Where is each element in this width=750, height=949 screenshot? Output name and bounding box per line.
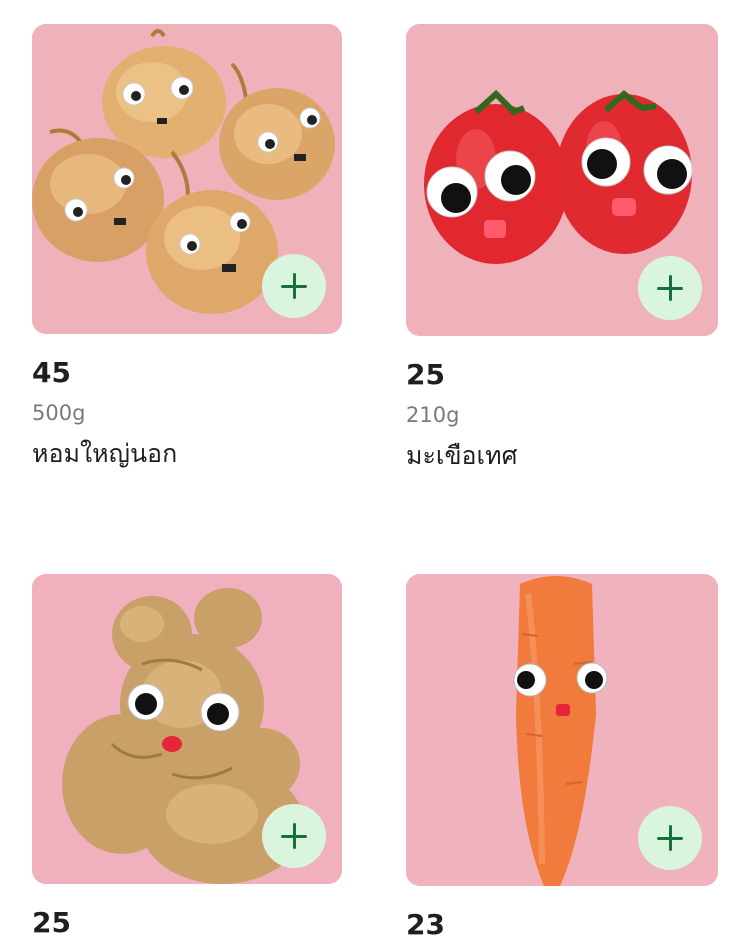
product-weight: 210g (406, 403, 460, 427)
add-to-cart-button[interactable] (638, 256, 702, 320)
plus-icon (657, 825, 683, 851)
product-name: มะเขือเทศ (406, 441, 518, 470)
plus-icon (281, 823, 307, 849)
product-name: หอมใหญ่นอก (32, 439, 178, 468)
product-card[interactable]: 23 (406, 574, 718, 942)
add-to-cart-button[interactable] (262, 254, 326, 318)
product-image[interactable] (406, 574, 718, 886)
product-image[interactable] (32, 574, 342, 884)
product-card[interactable]: 45 500g หอมใหญ่นอก (32, 24, 344, 470)
add-to-cart-button[interactable] (262, 804, 326, 868)
product-image[interactable] (32, 24, 342, 334)
product-weight: 500g (32, 401, 86, 425)
product-image[interactable] (406, 24, 718, 336)
product-card[interactable]: 25 (32, 574, 344, 940)
plus-icon (281, 273, 307, 299)
product-price: 45 (32, 356, 71, 389)
product-grid: 45 500g หอมใหญ่นอก 25 210g มะเขือเทศ 25 … (0, 0, 750, 949)
add-to-cart-button[interactable] (638, 806, 702, 870)
plus-icon (657, 275, 683, 301)
product-card[interactable]: 25 210g มะเขือเทศ (406, 24, 718, 472)
product-price: 25 (32, 906, 71, 939)
product-price: 23 (406, 908, 445, 941)
product-price: 25 (406, 358, 445, 391)
